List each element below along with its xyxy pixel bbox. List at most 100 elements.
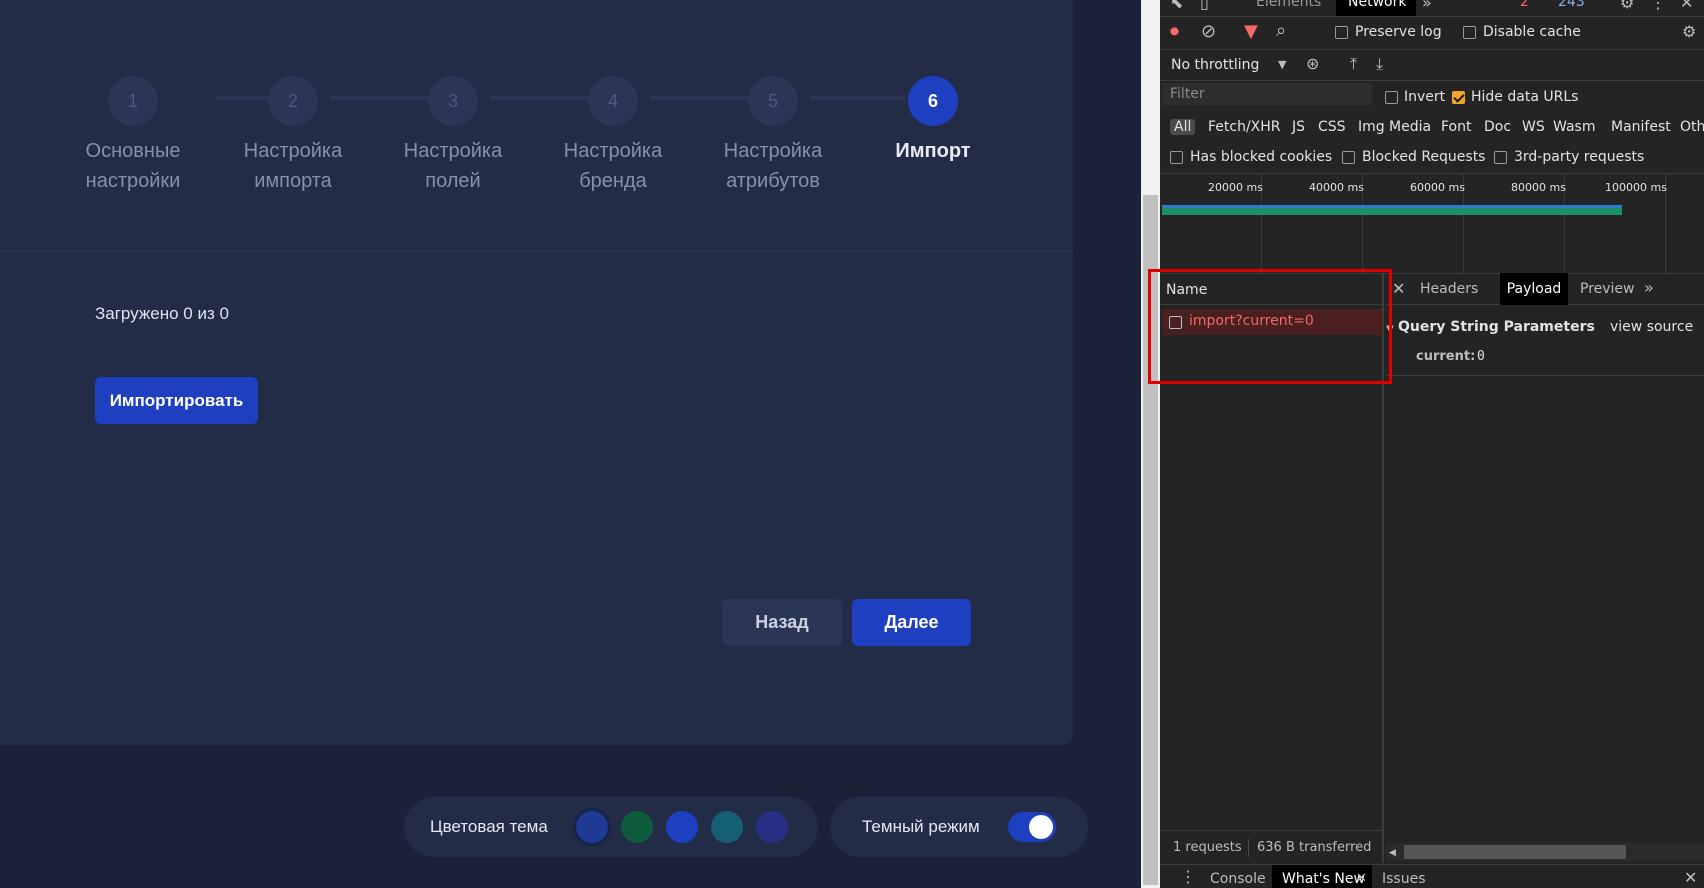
type-filter-all[interactable]: All [1170,119,1196,135]
dark-mode-toggle[interactable] [1008,812,1056,842]
step-4[interactable]: 4 Настройка бренда [533,76,693,196]
third-party-checkbox[interactable] [1494,151,1507,164]
details-scrollbar-thumb[interactable] [1404,845,1626,859]
drawer-whats-new-label: What's New [1282,871,1365,887]
wizard-card: 1 Основные настройки 2 Настройка импорта… [0,0,1073,745]
theme-swatch[interactable] [756,811,788,843]
import-button[interactable]: Импортировать [95,377,258,424]
theme-swatch[interactable] [666,811,698,843]
back-button[interactable]: Назад [722,599,842,646]
import-wizard-app: 1 Основные настройки 2 Настройка импорта… [0,0,1141,888]
type-filter-fetch-xhr[interactable]: Fetch/XHR [1208,119,1281,135]
filter-funnel-icon[interactable]: ▼ [1244,23,1258,41]
view-source-link[interactable]: view source [1610,319,1693,335]
close-details-icon[interactable]: ✕ [1392,279,1405,298]
tab-elements[interactable]: Elements [1256,0,1321,10]
type-filter-ws[interactable]: WS [1522,119,1545,135]
step-number: 1 [108,76,158,126]
devtools-panel: ⬉ ▯ Elements Network » 2 243 ⚙ ⋮ ✕ ⏺ ⊘ ▼… [1160,0,1704,888]
timeline-label: 20000 ms [1208,181,1263,194]
query-string-parameters-title[interactable]: Query String Parameters [1398,319,1595,335]
dark-mode-label: Темный режим [862,817,980,836]
step-label: Настройка атрибутов [723,140,823,192]
dark-mode-control: Темный режим [830,797,1088,857]
type-filter-wasm[interactable]: Wasm [1553,119,1595,135]
network-timeline[interactable]: 20000 ms 40000 ms 60000 ms 80000 ms 1000… [1160,173,1704,273]
separator [1160,49,1704,50]
type-filter-doc[interactable]: Doc [1484,119,1511,135]
blocked-requests-checkbox[interactable] [1342,151,1355,164]
separator [1160,173,1704,174]
drawer-menu-icon[interactable]: ⋮ [1180,868,1196,886]
type-filter-font[interactable]: Font [1441,119,1471,135]
network-conditions-icon[interactable]: ⊛ [1306,55,1319,73]
export-har-icon[interactable]: ⤓ [1376,55,1383,73]
step-number: 3 [428,76,478,126]
type-filter-other[interactable]: Oth [1680,119,1704,135]
inspect-element-icon[interactable]: ⬉ [1170,0,1183,12]
drawer-tab-whats-new[interactable]: What's New ✕ [1272,865,1372,888]
import-har-icon[interactable]: ⤒ [1350,55,1357,73]
error-count-badge[interactable]: 2 [1520,0,1529,10]
filter-input[interactable]: Filter [1162,83,1372,105]
network-settings-icon[interactable]: ⚙ [1682,23,1696,41]
type-filter-media[interactable]: Media [1389,119,1431,135]
separator [1160,16,1704,17]
close-devtools-icon[interactable]: ✕ [1680,0,1693,12]
disable-cache-label: Disable cache [1483,24,1581,40]
type-filter-manifest[interactable]: Manifest [1611,119,1671,135]
tab-payload[interactable]: Payload [1500,273,1568,305]
search-icon[interactable]: ⌕ [1276,22,1286,40]
kebab-menu-icon[interactable]: ⋮ [1650,0,1666,12]
third-party-label: 3rd-party requests [1514,149,1645,165]
color-theme-picker: Цветовая тема [404,797,818,857]
highlight-annotation-box [1148,269,1392,384]
next-button[interactable]: Далее [852,599,971,646]
close-tab-icon[interactable]: ✕ [1356,870,1367,888]
settings-icon[interactable]: ⚙ [1620,0,1634,12]
type-filter-js[interactable]: JS [1292,119,1305,135]
preserve-log-checkbox[interactable] [1335,26,1348,39]
type-filter-img[interactable]: Img [1358,119,1385,135]
param-value: 0 [1477,349,1485,364]
tab-preview[interactable]: Preview [1580,281,1635,297]
theme-swatch[interactable] [711,811,743,843]
hide-data-urls-checkbox[interactable] [1452,91,1465,104]
scroll-left-icon[interactable]: ◀ [1389,844,1396,862]
step-3[interactable]: 3 Настройка полей [373,76,533,196]
step-2[interactable]: 2 Настройка импорта [213,76,373,196]
details-horizontal-scrollbar[interactable]: ◀ [1386,843,1704,861]
timeline-request-bar [1162,205,1622,215]
invert-checkbox[interactable] [1385,91,1398,104]
page-scrollbar[interactable] [1141,0,1160,888]
step-number: 4 [588,76,638,126]
timeline-label: 100000 ms [1605,181,1667,194]
devtools-tabbar: ⬉ ▯ Elements Network » 2 243 ⚙ ⋮ ✕ [1160,0,1704,16]
clear-icon[interactable]: ⊘ [1201,23,1216,41]
step-1[interactable]: 1 Основные настройки [53,76,213,196]
drawer-tab-console[interactable]: Console [1210,871,1266,887]
card-divider [0,250,1073,252]
step-5[interactable]: 5 Настройка атрибутов [693,76,853,196]
close-drawer-icon[interactable]: ✕ [1684,869,1697,887]
more-tabs-icon[interactable]: » [1422,0,1432,12]
record-stop-icon[interactable]: ⏺ [1170,23,1179,41]
device-toolbar-icon[interactable]: ▯ [1200,0,1209,12]
blocked-cookies-label: Has blocked cookies [1190,149,1333,165]
more-detail-tabs-icon[interactable]: » [1644,278,1654,297]
toggle-knob [1029,815,1053,839]
chevron-down-icon[interactable]: ▼ [1278,56,1286,74]
theme-swatch[interactable] [621,811,653,843]
timeline-label: 40000 ms [1309,181,1364,194]
tab-headers[interactable]: Headers [1420,281,1478,297]
blocked-cookies-checkbox[interactable] [1170,151,1183,164]
disable-cache-checkbox[interactable] [1463,26,1476,39]
tab-network-label: Network [1348,0,1407,10]
step-6[interactable]: 6 Импорт [853,76,1013,166]
message-count-badge[interactable]: 243 [1558,0,1585,10]
theme-swatch[interactable] [576,811,608,843]
preserve-log-label: Preserve log [1355,24,1442,40]
type-filter-css[interactable]: CSS [1318,119,1346,135]
drawer-tab-issues[interactable]: Issues [1382,871,1426,887]
throttling-select[interactable]: No throttling [1171,57,1259,73]
